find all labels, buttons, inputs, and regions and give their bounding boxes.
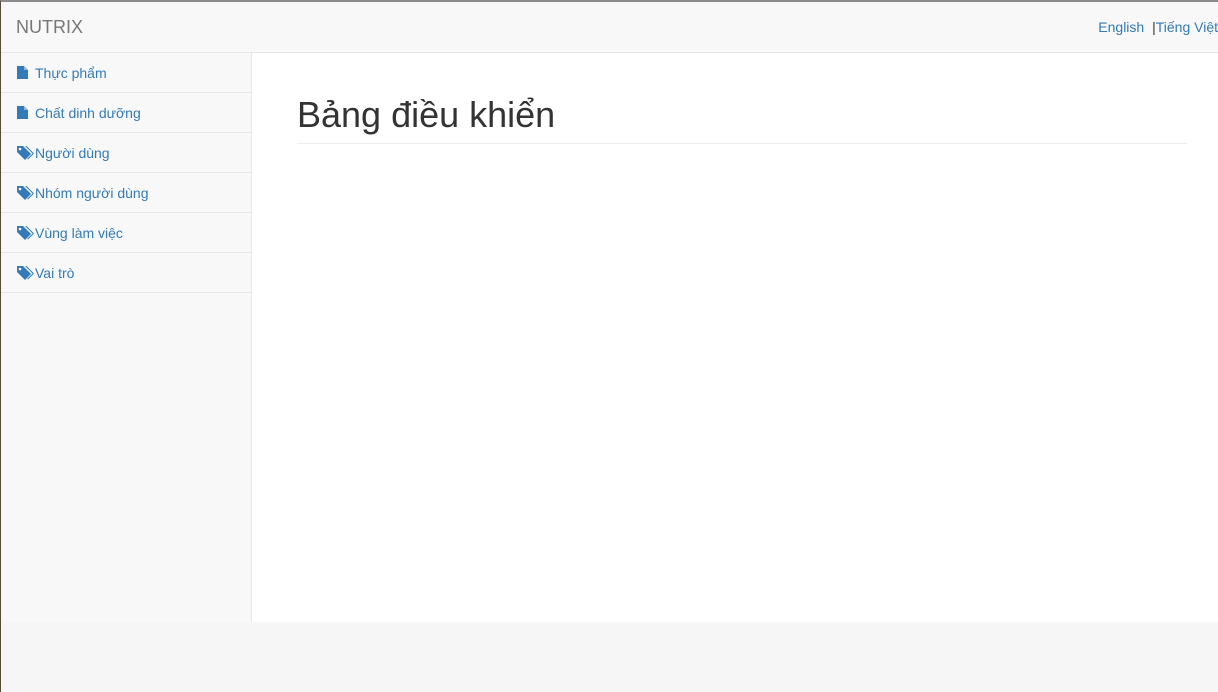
app-window: NUTRIX English |Tiếng Việt Thực phẩm Chấ… [0,0,1218,692]
sidebar-item-roles[interactable]: Vai trò [1,253,251,293]
tags-icon [17,185,34,201]
sidebar-item-nutrients[interactable]: Chất dinh dưỡng [1,93,251,133]
tags-icon [17,225,34,241]
language-switcher: English |Tiếng Việt [1098,17,1218,37]
main-content: Bảng điều khiển [252,53,1218,622]
sidebar-item-label: Người dùng [35,144,110,161]
sidebar-item-label: Vùng làm việc [35,224,123,241]
sidebar-item-foods[interactable]: Thực phẩm [1,53,251,93]
sidebar-item-label: Vai trò [35,264,75,281]
sidebar-item-label: Chất dinh dưỡng [35,104,141,121]
language-vietnamese-link[interactable]: Tiếng Việt [1156,19,1218,35]
brand-logo[interactable]: NUTRIX [16,16,83,38]
sidebar-item-users[interactable]: Người dùng [1,133,251,173]
top-navbar: NUTRIX English |Tiếng Việt [1,2,1218,53]
tags-icon [17,145,34,161]
sidebar-item-workspaces[interactable]: Vùng làm việc [1,213,251,253]
file-icon [17,65,30,81]
file-icon [17,105,30,121]
page-title: Bảng điều khiển [297,94,556,135]
sidebar-item-label: Thực phẩm [35,64,107,81]
title-divider [297,143,1187,144]
tags-icon [17,265,34,281]
sidebar-item-label: Nhóm người dùng [35,184,149,201]
sidebar: Thực phẩm Chất dinh dưỡng Người dùng Nhó… [1,53,252,622]
language-english-link[interactable]: English [1098,19,1144,35]
sidebar-item-user-groups[interactable]: Nhóm người dùng [1,173,251,213]
